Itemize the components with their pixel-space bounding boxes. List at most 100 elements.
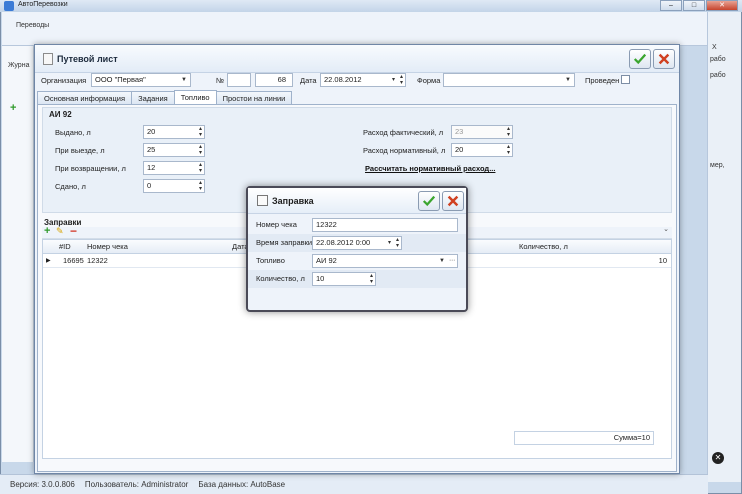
issued-field[interactable]: 20 ▴ ▾ <box>143 125 205 139</box>
maximize-button[interactable]: □ <box>683 0 705 11</box>
chevron-down-icon[interactable]: ⌄ <box>663 225 669 233</box>
spinner-icon[interactable]: ▴ ▾ <box>400 74 403 86</box>
tab-downtime[interactable]: Простои на линии <box>215 91 293 105</box>
return-value: 12 <box>147 163 156 172</box>
date-field[interactable]: 22.08.2012 ▾ ▴ ▾ <box>320 73 406 87</box>
calendar-icon <box>257 195 268 206</box>
app-ribbon: Переводы Журна <box>2 12 708 71</box>
number-value: 68 <box>277 75 286 84</box>
dialog-row-time: Время заправки 22.08.2012 0:00 ▾ ▴ ▾ <box>248 234 466 252</box>
app-titlebar <box>0 0 742 12</box>
dialog-row-fuel: Топливо АИ 92 ▼ ⋯ <box>248 252 466 270</box>
time-value: 22.08.2012 0:00 <box>316 238 371 247</box>
issued-label: Выдано, л <box>55 128 91 137</box>
form-label: Форма <box>417 76 441 85</box>
spinner-icon[interactable]: ▴ ▾ <box>396 237 399 249</box>
dialog-cancel-button[interactable] <box>442 191 464 211</box>
tab-tasks[interactable]: Задания <box>131 91 175 105</box>
col-check[interactable]: Номер чека <box>87 242 128 251</box>
row-indicator-icon: ▶ <box>46 258 51 264</box>
time-field[interactable]: 22.08.2012 0:00 ▾ ▴ ▾ <box>312 236 402 250</box>
status-database: База данных: AutoBase <box>198 480 286 489</box>
fuel-value: АИ 92 <box>316 256 337 265</box>
check-field[interactable]: 12322 <box>312 218 458 232</box>
dialog-save-button[interactable] <box>418 191 440 211</box>
checkmark-icon <box>633 53 647 65</box>
actual-consumption-value: 23 <box>455 127 464 136</box>
qty-field[interactable]: 10 ▴ ▾ <box>312 272 376 286</box>
spinner-icon[interactable]: ▴ ▾ <box>199 162 202 174</box>
handed-field[interactable]: 0 ▴ ▾ <box>143 179 205 193</box>
spinner-icon[interactable]: ▴ ▾ <box>199 144 202 156</box>
cell-id: 16695 <box>63 256 84 265</box>
waybill-title: Путевой лист <box>57 54 118 64</box>
check-label: Номер чека <box>256 220 297 229</box>
organization-label: Организация <box>41 76 87 85</box>
return-field[interactable]: 12 ▴ ▾ <box>143 161 205 175</box>
app-title: АвтоПеревозки <box>18 1 68 8</box>
edit-pencil-icon[interactable]: ✎ <box>56 226 64 237</box>
cross-icon <box>447 195 459 207</box>
col-id[interactable]: #ID <box>59 242 71 251</box>
dialog-row-qty: Количество, л 10 ▴ ▾ <box>248 270 466 288</box>
number-prefix-field[interactable] <box>227 73 251 87</box>
save-button[interactable] <box>629 49 651 69</box>
form-select[interactable]: ▼ <box>443 73 575 87</box>
posted-checkbox[interactable] <box>621 75 630 84</box>
checkmark-icon <box>422 195 436 207</box>
tab-fuel[interactable]: Топливо <box>173 90 217 105</box>
handed-label: Сдано, л <box>55 182 86 191</box>
right-label-x: Х <box>712 44 717 51</box>
fuel-group-title: АИ 92 <box>49 110 72 119</box>
departure-field[interactable]: 25 ▴ ▾ <box>143 143 205 157</box>
cross-icon <box>658 53 670 65</box>
document-icon <box>43 53 53 65</box>
calc-norm-link[interactable]: Рассчитать нормативный расход... <box>365 164 495 173</box>
status-bar: Версия: 3.0.0.806 Пользователь: Administ… <box>0 474 708 494</box>
minimize-button[interactable]: – <box>660 0 682 11</box>
status-user: Пользователь: Administrator <box>84 480 189 489</box>
organization-select[interactable]: ООО "Первая" ▼ <box>91 73 191 87</box>
spinner-icon[interactable]: ▴ ▾ <box>199 180 202 192</box>
date-label: Дата <box>300 76 317 85</box>
fuel-label: Топливо <box>256 256 285 265</box>
number-label: № <box>216 76 225 85</box>
close-circle-icon[interactable]: ✕ <box>712 452 724 464</box>
chevron-down-icon: ▼ <box>439 258 445 264</box>
add-icon[interactable]: + <box>44 225 50 237</box>
window-controls: – □ ✕ <box>660 0 738 12</box>
journal-label: Журна <box>8 62 30 69</box>
ribbon-tab-transfers[interactable]: Переводы <box>16 22 49 29</box>
cancel-button[interactable] <box>653 49 675 69</box>
dropdown-arrow-icon: ▾ <box>387 240 391 246</box>
spinner-icon[interactable]: ▴ ▾ <box>370 273 373 285</box>
right-label-num: мер, <box>710 162 725 169</box>
dialog-title: Заправка <box>272 196 314 206</box>
fuel-select[interactable]: АИ 92 ▼ ⋯ <box>312 254 458 268</box>
add-icon[interactable]: + <box>10 102 22 114</box>
close-window-button[interactable]: ✕ <box>706 0 738 11</box>
spinner-icon: ▴ ▾ <box>506 126 510 138</box>
right-panel: Х рабо рабо мер, ✕ <box>707 12 741 482</box>
spinner-icon[interactable]: ▴ ▾ <box>199 126 202 138</box>
time-label: Время заправки <box>256 238 313 247</box>
chevron-down-icon: ▼ <box>565 77 571 83</box>
sum-footer: Сумма=10 <box>514 431 654 445</box>
tab-main-info[interactable]: Основная информация <box>37 91 133 105</box>
dropdown-arrow-icon: ▾ <box>391 77 395 83</box>
number-field[interactable]: 68 <box>255 73 293 87</box>
remove-icon[interactable]: − <box>70 224 77 238</box>
cell-check: 12322 <box>87 256 108 265</box>
dialog-row-check: Номер чека 12322 <box>248 216 466 234</box>
posted-label: Проведен <box>585 76 620 85</box>
departure-label: При выезде, л <box>55 146 105 155</box>
departure-value: 25 <box>147 145 156 154</box>
col-quantity[interactable]: Количество, л <box>519 242 568 251</box>
ellipsis-icon[interactable]: ⋯ <box>449 255 455 267</box>
issued-value: 20 <box>147 127 156 136</box>
actual-consumption-field: 23 ▴ ▾ <box>451 125 513 139</box>
date-value: 22.08.2012 <box>324 75 362 84</box>
return-label: При возвращении, л <box>55 164 126 173</box>
spinner-icon[interactable]: ▴ ▾ <box>507 144 510 156</box>
norm-consumption-field[interactable]: 20 ▴ ▾ <box>451 143 513 157</box>
